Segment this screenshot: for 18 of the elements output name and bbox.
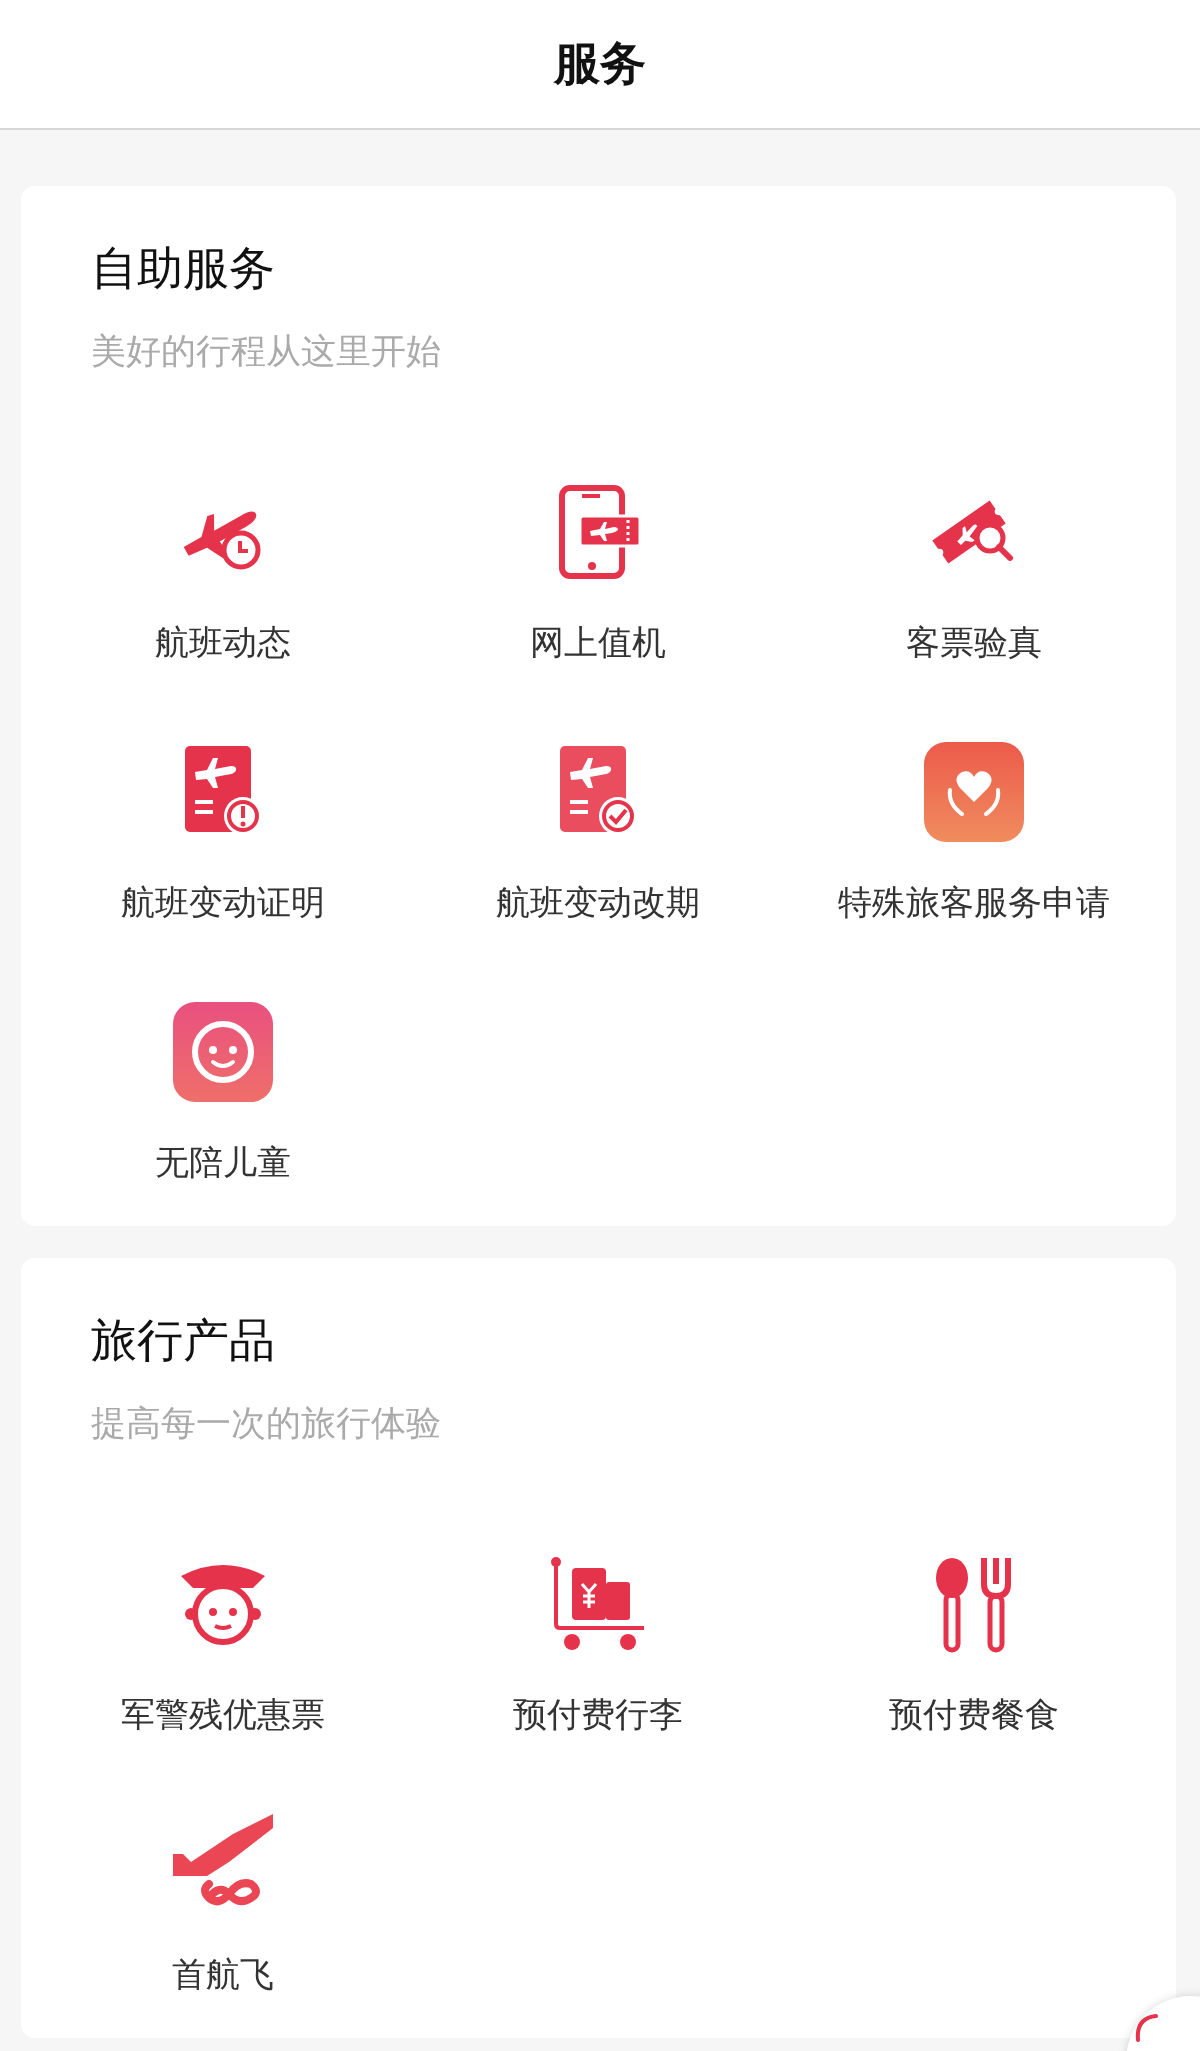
service-label[interactable]: 首航飞	[171, 1954, 274, 1994]
heart-hands-icon[interactable]	[924, 742, 1025, 842]
service-label[interactable]: 航班变动改期	[496, 882, 701, 922]
section-subtitle: 美好的行程从这里开始	[91, 330, 442, 372]
service-label[interactable]: 网上值机	[530, 622, 667, 662]
baby-face-icon[interactable]	[172, 1002, 273, 1102]
service-label[interactable]: 客票验真	[906, 622, 1043, 662]
service-label[interactable]: 特殊旅客服务申请	[838, 882, 1111, 922]
service-label[interactable]: 无陪儿童	[154, 1142, 291, 1182]
service-label[interactable]: 预付费行李	[513, 1694, 684, 1734]
section-subtitle: 提高每一次的旅行体验	[91, 1402, 442, 1444]
page-title: 服务	[554, 36, 646, 91]
service-label[interactable]: 航班变动证明	[120, 882, 325, 922]
section-title: 旅行产品	[91, 1313, 276, 1368]
section-title: 自助服务	[91, 241, 276, 296]
service-label[interactable]: 预付费餐食	[889, 1694, 1060, 1734]
service-label[interactable]: 航班动态	[154, 622, 291, 662]
service-label[interactable]: 军警残优惠票	[120, 1694, 325, 1734]
